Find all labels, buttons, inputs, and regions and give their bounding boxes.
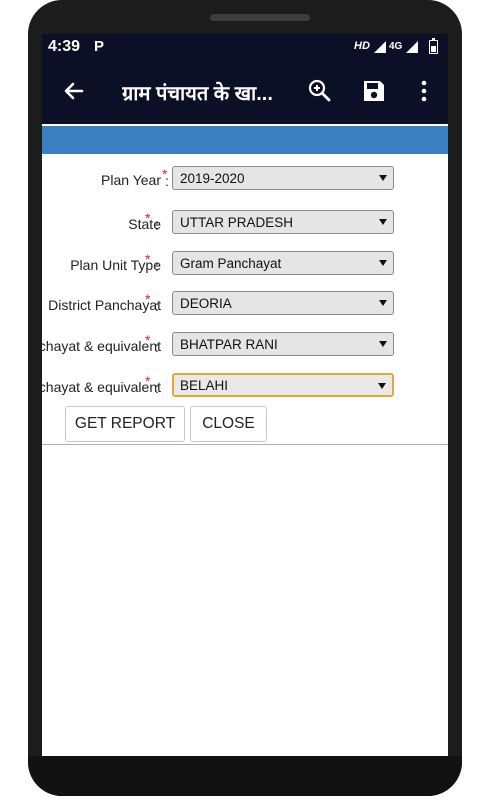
plan-year-select[interactable]: 2019-2020 xyxy=(172,166,394,190)
plan-unit-type-select[interactable]: Gram Panchayat xyxy=(172,251,394,275)
close-button[interactable]: CLOSE xyxy=(190,406,267,442)
zoom-in-icon[interactable] xyxy=(306,77,334,105)
gram-panchayat-value: BELAHI xyxy=(180,378,229,393)
caret-down-icon xyxy=(379,341,387,347)
block-panchayat-label: Block Panchayat & equivalent xyxy=(42,338,161,354)
block-panchayat-value: BHATPAR RANI xyxy=(180,337,278,352)
colon: : xyxy=(155,298,159,314)
phone-frame: 4:39 P HD 4G ग्राम पंचायत के खा... Plan … xyxy=(28,0,462,796)
screen: 4:39 P HD 4G ग्राम पंचायत के खा... Plan … xyxy=(42,34,448,756)
signal-icon xyxy=(406,41,418,53)
speaker-grille xyxy=(210,14,310,21)
more-vert-icon[interactable] xyxy=(416,77,432,105)
app-title: ग्राम पंचायत के खा... xyxy=(122,83,273,105)
plan-unit-type-row: Plan Unit Type * : Gram Panchayat xyxy=(42,251,448,281)
back-arrow-icon[interactable] xyxy=(58,75,90,107)
plan-year-row: Plan Year * : 2019-2020 xyxy=(42,166,448,196)
caret-down-icon xyxy=(379,219,387,225)
district-panchayat-select[interactable]: DEORIA xyxy=(172,291,394,315)
plan-year-label: Plan Year xyxy=(101,172,161,188)
district-panchayat-value: DEORIA xyxy=(180,296,232,311)
state-row: State * : UTTAR PRADESH xyxy=(42,210,448,240)
district-panchayat-row: District Panchayat * : DEORIA xyxy=(42,291,448,321)
colon: : xyxy=(155,339,159,355)
gram-panchayat-select[interactable]: BELAHI xyxy=(172,373,394,397)
parking-notification-icon: P xyxy=(94,38,105,55)
caret-down-icon xyxy=(378,383,386,389)
battery-icon xyxy=(429,38,438,54)
app-bar: ग्राम पंचायत के खा... xyxy=(42,58,448,124)
caret-down-icon xyxy=(379,260,387,266)
plan-year-value: 2019-2020 xyxy=(180,171,245,186)
caret-down-icon xyxy=(379,300,387,306)
plan-unit-type-value: Gram Panchayat xyxy=(180,256,282,271)
save-icon[interactable] xyxy=(360,77,388,105)
colon: : xyxy=(165,173,169,189)
header-band xyxy=(42,126,448,154)
required-mark: * xyxy=(145,251,151,267)
signal-icon xyxy=(374,41,386,53)
colon: : xyxy=(155,217,159,233)
required-mark: * xyxy=(145,332,151,348)
caret-down-icon xyxy=(379,175,387,181)
block-panchayat-select[interactable]: BHATPAR RANI xyxy=(172,332,394,356)
status-bar: 4:39 P HD 4G xyxy=(42,34,448,58)
gram-panchayat-label: Gram Panchayat & equivalent xyxy=(42,379,161,395)
required-mark: * xyxy=(145,373,151,389)
required-mark: * xyxy=(145,291,151,307)
colon: : xyxy=(155,380,159,396)
required-mark: * xyxy=(145,210,151,226)
status-time: 4:39 xyxy=(48,38,81,55)
get-report-button[interactable]: GET REPORT xyxy=(65,406,185,442)
phone-chin xyxy=(28,756,462,796)
gram-panchayat-row: Gram Panchayat & equivalent * : BELAHI xyxy=(42,373,448,403)
block-panchayat-row: Block Panchayat & equivalent * : BHATPAR… xyxy=(42,332,448,362)
colon: : xyxy=(155,258,159,274)
state-value: UTTAR PRADESH xyxy=(180,215,294,230)
network-type: 4G xyxy=(389,41,403,52)
divider xyxy=(42,444,448,445)
state-select[interactable]: UTTAR PRADESH xyxy=(172,210,394,234)
hd-indicator: HD xyxy=(354,40,370,52)
